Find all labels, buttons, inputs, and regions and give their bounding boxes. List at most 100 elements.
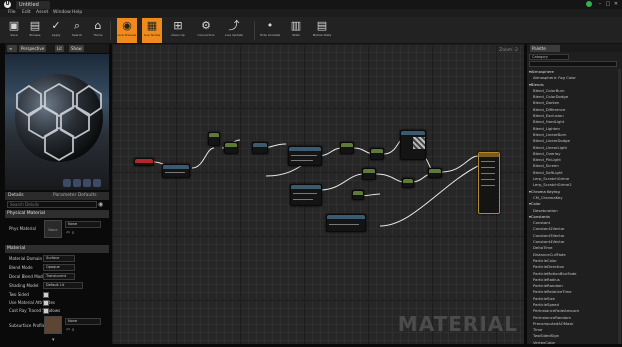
graph-node[interactable] [340,142,354,154]
details-search-input[interactable]: Search Details [7,201,97,208]
node-pin-row [481,185,495,186]
decal-blend-mode-label: Decal Blend Mode [9,274,46,279]
preview-viewport[interactable] [5,54,109,190]
node-header [363,169,375,173]
subsurface-profile-thumbnail[interactable] [44,316,62,334]
stats-button[interactable]: ▥ Stats [286,18,306,43]
menu-window[interactable]: Window [53,9,71,17]
phys-material-thumbnail[interactable]: None [44,220,62,238]
connectors-icon: ⚙ [201,19,211,32]
maximize-icon[interactable]: □ [604,1,612,8]
preview-shape-cylinder-button[interactable] [63,179,71,187]
graph-node[interactable] [370,148,384,160]
graph-node[interactable] [134,158,154,166]
parameter-defaults-tab[interactable]: Parameter Defaults [53,193,97,198]
details-header: Details Parameter Defaults [5,192,109,200]
palette-tab[interactable]: Palette [530,45,560,52]
palette-scrollbar[interactable] [618,69,621,344]
toolbar: ▣ Save ▤ Browse ✓ Apply ⌕ Search ⌂ Home ◉ Live… [0,17,622,44]
search-icon: ⌕ [73,19,81,32]
live-update-button[interactable]: ⤴ Live Update [224,18,244,43]
details-tab[interactable]: Details [8,193,24,198]
show-button[interactable]: Show [69,45,84,52]
view-options-icon[interactable]: ◉ [98,201,106,208]
apply-button[interactable]: ✓ Apply [46,18,66,43]
toolbar-separator [110,21,111,40]
lit-button[interactable]: Lit [55,45,64,52]
graph-node[interactable] [162,164,190,178]
node-header [353,191,363,195]
graph-node[interactable] [362,168,376,180]
graph-node[interactable] [252,142,268,154]
expand-advanced-icon[interactable]: ▾ [52,337,55,343]
node-header [401,131,425,135]
browse-button[interactable]: ▤ Browse [25,18,45,43]
document-tab[interactable]: Untitled [16,1,50,9]
live-preview-icon: ◉ [122,19,132,32]
connectors-button[interactable]: ⚙ Connectors [196,18,216,43]
node-header [371,149,383,153]
menu-bar: File Edit Asset Window Help [0,9,622,17]
main-material-node[interactable] [478,152,500,214]
node-header [429,169,441,173]
clean-up-icon: ⊞ [173,19,183,32]
menu-help[interactable]: Help [72,9,82,17]
viewport-menu-button[interactable]: ≡ [7,45,17,52]
material-section[interactable]: Material [5,245,109,253]
subsurface-profile-dropdown[interactable]: None [65,318,101,325]
search-button[interactable]: ⌕ Search [67,18,87,43]
subsurface-profile-label: Subsurface Profile [9,323,46,328]
subsurface-use-selected-icon[interactable]: ⇦ ⌕ [66,327,75,333]
perspective-button[interactable]: Perspective [19,45,47,52]
save-icon: ▣ [8,19,20,32]
save-button[interactable]: ▣ Save [4,18,24,43]
minimize-icon[interactable]: – [596,1,604,8]
live-nodes-icon: ▦ [146,19,158,32]
use-selected-asset-icon[interactable]: ⇦ ⌕ [66,230,75,236]
apply-icon: ✓ [51,19,61,32]
texture-preview [413,137,425,149]
node-header [403,179,413,183]
blend-mode-dropdown[interactable]: Opaque [43,264,75,271]
category-dropdown[interactable]: Category [529,54,569,60]
phys-material-dropdown[interactable]: None [65,221,101,228]
live-nodes-button[interactable]: ▦ Live Nodes [142,18,162,43]
graph-node[interactable] [428,168,442,178]
node-pin-row [481,167,495,168]
menu-edit[interactable]: Edit [22,9,31,17]
home-button[interactable]: ⌂ Home [88,18,108,43]
node-header [225,143,237,147]
cast-ray-traced-shadows-checkbox[interactable] [43,308,49,314]
menu-asset[interactable]: Asset [36,9,48,17]
close-icon[interactable]: ✕ [612,1,620,8]
hide-unrelated-button[interactable]: •Hide Unrelated [260,18,280,43]
clean-up-button[interactable]: ⊞ Clean Up [168,18,188,43]
node-pin-row [293,193,317,194]
graph-node[interactable] [224,142,238,154]
live-preview-button[interactable]: ◉ Live Preview [117,18,137,43]
graph-node[interactable] [290,184,322,206]
physical-material-section[interactable]: Physical Material [5,210,109,218]
node-pin-row [481,179,495,180]
wire [441,155,479,173]
menu-file[interactable]: File [8,9,16,17]
preview-shape-plane-button[interactable] [83,179,91,187]
shading-model-dropdown[interactable]: Default Lit [43,282,83,289]
material-domain-dropdown[interactable]: Surface [43,255,75,262]
node-header [291,185,321,189]
mobile-stats-button[interactable]: ▤ Mobile Stats [312,18,332,43]
graph-node[interactable] [326,214,366,232]
palette-list: ▾Atmosphere Atmospheric Fog Color ▾Blends B… [527,69,622,344]
preview-shape-sphere-button[interactable] [73,179,81,187]
graph-node[interactable] [402,178,414,188]
texture-sample-node[interactable] [400,130,426,160]
wire [319,173,365,191]
decal-blend-mode-dropdown[interactable]: Translucent [43,273,75,280]
graph-node[interactable] [288,146,322,166]
palette-item[interactable]: VertexColor [527,340,622,344]
preview-shape-cube-button[interactable] [93,179,101,187]
graph-node[interactable] [208,132,220,146]
palette-search-input[interactable] [529,61,617,67]
material-graph[interactable]: Zoom -2 MATERIAL [112,44,524,344]
graph-node[interactable] [352,190,364,200]
